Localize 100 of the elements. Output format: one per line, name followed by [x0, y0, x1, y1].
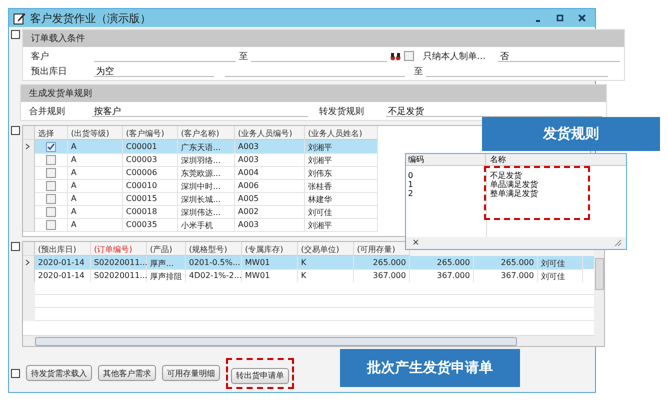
section-title: 订单载入条件	[23, 30, 624, 47]
table-cell: 0201-0.5%...	[186, 256, 242, 270]
maximize-icon[interactable]	[555, 13, 565, 23]
action-button[interactable]: 其他客户需求	[98, 365, 156, 382]
table-cell: 265.000	[354, 256, 410, 270]
list-item[interactable]: 0 不足发货	[406, 171, 626, 180]
section-title: 生成发货单规则	[21, 85, 606, 102]
row-header[interactable]	[23, 256, 35, 270]
action-button[interactable]: 转出货申请单	[231, 368, 289, 384]
table-cell: A002	[235, 205, 305, 219]
column-header[interactable]: 编码	[406, 154, 486, 165]
field-label: 合并规则	[29, 106, 66, 118]
resize-grip-icon[interactable]	[614, 239, 622, 247]
checkbox[interactable]	[46, 154, 56, 164]
table-cell: 2020-01-14	[35, 256, 91, 270]
table-cell: C00015	[123, 192, 178, 206]
table-cell: K	[298, 256, 354, 270]
checkbox[interactable]	[46, 194, 56, 204]
input-field[interactable]: 否	[498, 50, 620, 62]
row-pointer-icon	[25, 143, 30, 150]
table-cell: 265.000	[474, 256, 538, 270]
table-cell: A004	[235, 166, 305, 180]
table-row[interactable]: A C00015 深圳长城... A005 林建华	[23, 192, 378, 205]
field-label: 至	[414, 66, 423, 78]
binoculars-icon[interactable]	[390, 52, 401, 60]
table-row[interactable]: A C00001 广东天语... A003 刘湘平	[23, 140, 378, 153]
list-item[interactable]: 1 单品满足发货	[406, 180, 626, 189]
input-field[interactable]: 为空	[94, 65, 214, 77]
field-label: 至	[239, 50, 248, 62]
action-button[interactable]: 待发货需求载入	[26, 365, 92, 382]
table-cell: C00035	[123, 218, 178, 232]
table-cell: C00006	[123, 166, 178, 180]
table-row[interactable]: A C00010 深圳中时... A006 张桂香	[23, 179, 378, 192]
table-cell: A006	[235, 179, 305, 193]
table-cell: A003	[235, 140, 305, 154]
table-cell: A	[68, 205, 123, 219]
table-cell: 深圳羽络...	[178, 153, 235, 167]
table-cell: A003	[235, 218, 305, 232]
table-cell: 刘可佳	[305, 205, 378, 219]
input-field[interactable]: 按客户	[92, 105, 308, 117]
table-cell: 深圳中时...	[178, 179, 235, 193]
callout-label: 发货规则	[482, 117, 660, 151]
table-cell: C00018	[123, 205, 178, 219]
checkbox[interactable]	[404, 51, 414, 61]
row-header[interactable]	[23, 140, 35, 154]
table-cell: 刘可佳	[538, 256, 583, 270]
horizontal-scrollbar[interactable]	[23, 335, 594, 346]
window-title: 客户发货作业（演示版）	[30, 10, 151, 26]
table-cell: 广东天语...	[178, 140, 235, 154]
table-cell: A	[68, 166, 123, 180]
table-cell: A003	[235, 153, 305, 167]
table-row[interactable]: A C00003 深圳羽络... A003 刘湘平	[23, 153, 378, 166]
table-cell: 刘伟东	[305, 166, 378, 180]
table-cell: 刘湘平	[305, 140, 378, 154]
checkbox[interactable]	[46, 142, 56, 152]
edit-icon	[13, 12, 26, 24]
table-cell: A	[68, 218, 123, 232]
collapse-icon[interactable]	[11, 126, 20, 135]
table-cell: 小米手机	[178, 218, 235, 232]
checkbox[interactable]	[46, 206, 56, 216]
table-row[interactable]: A C00035 小米手机 A003 刘湘平	[23, 218, 378, 231]
table-row[interactable]: A C00018 深圳伟达... A002 刘可佳	[23, 205, 378, 218]
action-button[interactable]: 可用存量明细	[162, 365, 220, 382]
close-icon[interactable]	[577, 13, 587, 23]
table-cell: C00003	[123, 153, 178, 167]
table-row[interactable]: 2020-01-14 S02020011... 厚声... 0201-0.5%... MW01 K 265.000 265.000 265.000 刘可佳	[23, 256, 594, 269]
checkbox[interactable]	[46, 220, 56, 230]
table-cell: 厚声...	[147, 256, 186, 270]
table-cell: A005	[235, 192, 305, 206]
list-item[interactable]: 2 整单满足发货	[406, 189, 626, 198]
table-cell: 刘湘平	[305, 218, 378, 232]
table-cell: A	[68, 192, 123, 206]
checkbox[interactable]	[46, 180, 56, 190]
field-label: 客户	[31, 50, 50, 62]
close-button[interactable]: ×	[412, 238, 420, 248]
collapse-icon[interactable]	[11, 30, 20, 39]
table-cell: 深圳长城...	[178, 192, 235, 206]
collapse-icon[interactable]	[11, 369, 20, 378]
table-cell: 林建华	[305, 192, 378, 206]
table-cell: A	[68, 179, 123, 193]
field-label: 预出库日	[31, 66, 68, 78]
table-cell: 深圳伟达...	[178, 205, 235, 219]
table-cell: MW01	[242, 256, 298, 270]
row-pointer-icon	[25, 259, 30, 266]
callout-label: 批次产生发货申请单	[340, 349, 520, 387]
collapse-icon[interactable]	[11, 242, 20, 251]
checkbox[interactable]	[46, 168, 56, 178]
field-label: 只纳本人制单...	[423, 50, 487, 62]
table-cell: A	[68, 153, 123, 167]
table-row[interactable]: A C00006 东莞欧源... A004 刘伟东	[23, 166, 378, 179]
table-cell: A	[68, 140, 123, 154]
table-cell: C00010	[123, 179, 178, 193]
table-cell: 张桂香	[305, 179, 378, 193]
column-header[interactable]: 名称	[486, 154, 506, 165]
field-label: 转发货规则	[319, 106, 365, 118]
table-cell: S02020011...	[91, 256, 147, 270]
table-cell: C00001	[123, 140, 178, 154]
table-cell: 东莞欧源...	[178, 166, 235, 180]
table-cell: 265.000	[410, 256, 474, 270]
table-cell: 刘湘平	[305, 153, 378, 167]
